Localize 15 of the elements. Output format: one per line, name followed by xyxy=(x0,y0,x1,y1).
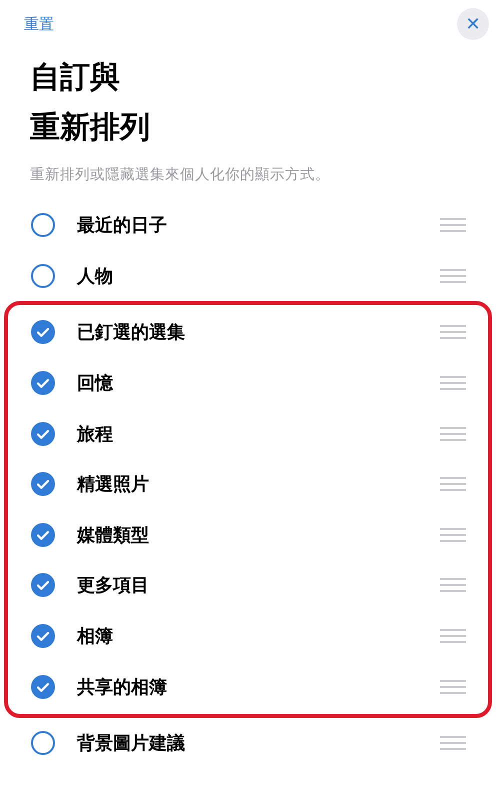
item-label: 旅程 xyxy=(77,422,114,446)
item-label: 更多項目 xyxy=(77,574,150,598)
item-label: 回憶 xyxy=(77,372,114,396)
page-title: 自訂與 重新排列 xyxy=(30,59,151,147)
item-label: 人物 xyxy=(77,264,114,288)
item-label: 相簿 xyxy=(77,625,114,648)
item-label: 最近的日子 xyxy=(77,214,168,238)
item-label: 媒體類型 xyxy=(77,524,150,547)
item-label: 背景圖片建議 xyxy=(77,732,186,756)
item-label: 共享的相簿 xyxy=(77,676,168,699)
reset-button[interactable]: 重置 xyxy=(24,14,54,34)
subtitle: 重新排列或隱藏選集來個人化你的顯示方式。 xyxy=(30,166,331,184)
item-label: 已釘選的選集 xyxy=(77,321,186,344)
close-button[interactable]: ✕ xyxy=(457,8,489,40)
item-label: 精選照片 xyxy=(77,473,150,496)
